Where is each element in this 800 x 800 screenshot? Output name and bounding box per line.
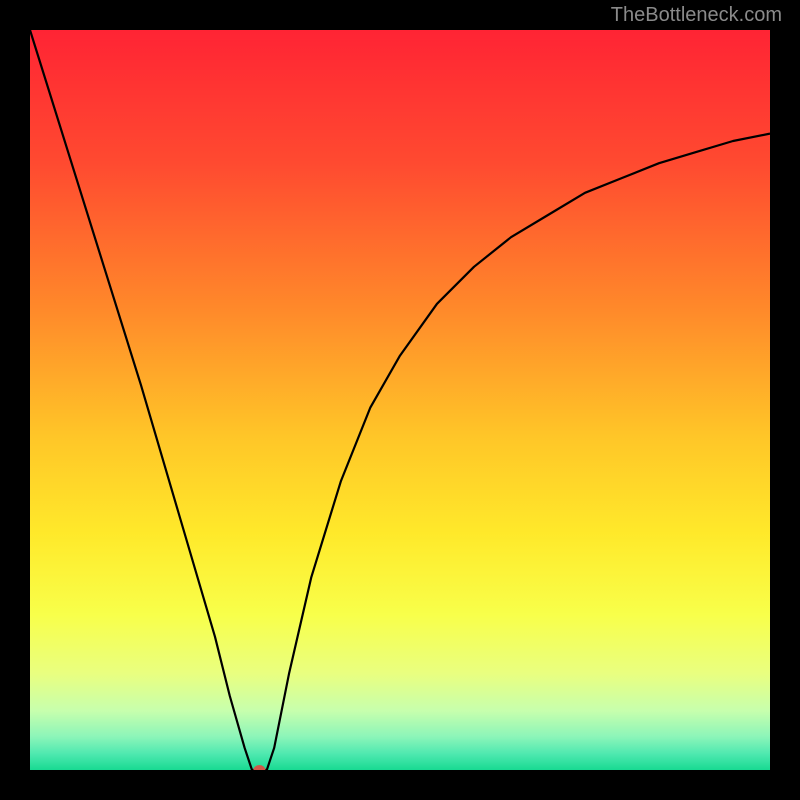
chart-curve-layer bbox=[30, 30, 770, 770]
watermark-text: TheBottleneck.com bbox=[611, 4, 782, 27]
bottleneck-curve bbox=[30, 30, 770, 770]
optimal-point-marker bbox=[253, 765, 265, 770]
chart-plot-area bbox=[30, 30, 770, 770]
